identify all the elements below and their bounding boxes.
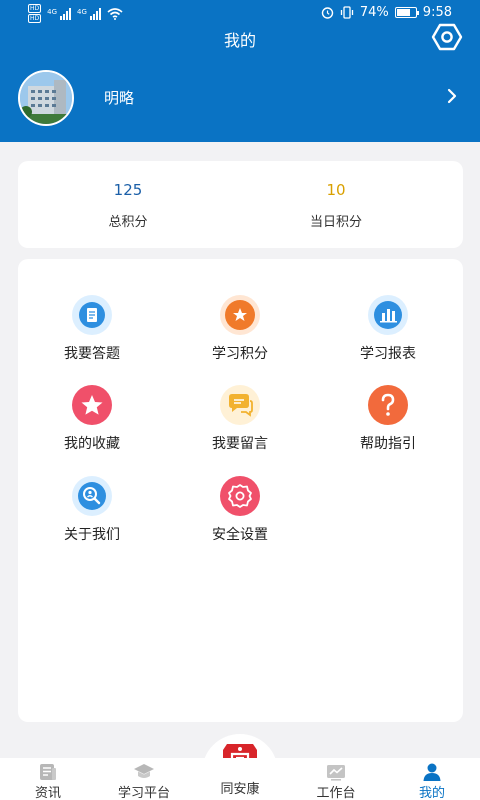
menu-label: 学习积分 (212, 346, 268, 362)
menu-label: 学习报表 (360, 346, 416, 362)
today-score-value: 10 (326, 181, 346, 199)
menu-item-points[interactable]: 学习积分 (180, 295, 300, 365)
tab-icon-spacer (229, 762, 251, 782)
favorite-star-icon (72, 385, 112, 425)
hd-badge: HD (28, 14, 42, 23)
bar-report-icon (368, 295, 408, 335)
tab-tonganakang[interactable]: 同安康 (192, 758, 288, 800)
vibrate-icon (340, 6, 354, 19)
battery-icon (394, 7, 419, 18)
total-score[interactable]: 125 总积分 (38, 181, 218, 230)
tab-mine[interactable]: 我的 (384, 758, 480, 800)
star-badge-icon (220, 295, 260, 335)
profile-header: HD HD 4G 4G 74% 9:58 我的 明略 (0, 0, 480, 142)
clock: 9:58 (422, 5, 452, 20)
network-type: 4G (47, 7, 58, 16)
hd-badges: HD HD (28, 4, 42, 23)
help-question-icon (368, 385, 408, 425)
settings-button[interactable] (430, 22, 464, 52)
alarm-icon (321, 7, 334, 19)
tab-bar: 资讯 学习平台 同安康 工作台 我的 (0, 758, 480, 800)
status-left: HD HD 4G 4G (28, 4, 123, 23)
tab-label: 同安康 (220, 782, 260, 797)
workbench-chart-icon (327, 765, 345, 781)
wifi-icon (107, 7, 123, 20)
tab-label: 资讯 (34, 786, 61, 800)
answer-sheet-icon (72, 295, 112, 335)
battery-percent: 74% (359, 5, 389, 20)
menu-label: 帮助指引 (360, 436, 416, 452)
page-title: 我的 (223, 31, 256, 50)
score-card: 125 总积分 10 当日积分 (18, 161, 463, 248)
total-score-label: 总积分 (108, 215, 148, 230)
about-magnifier-icon (72, 476, 112, 516)
tab-workbench[interactable]: 工作台 (288, 758, 384, 800)
profile-row[interactable]: 明略 (0, 68, 480, 126)
signal-icon: 4G (47, 7, 72, 20)
chevron-right-icon[interactable] (442, 86, 462, 106)
total-score-value: 125 (113, 181, 143, 199)
username: 明略 (104, 89, 135, 107)
signal-icon: 4G (77, 7, 101, 20)
building-photo-icon (20, 72, 72, 124)
security-gear-icon (220, 476, 260, 516)
today-score-label: 当日积分 (309, 215, 362, 230)
status-bar: HD HD 4G 4G 74% 9:58 (0, 0, 480, 26)
menu-label: 关于我们 (64, 527, 120, 543)
menu-item-favorites[interactable]: 我的收藏 (32, 385, 152, 455)
menu-item-answer[interactable]: 我要答题 (32, 295, 152, 365)
network-type: 4G (77, 7, 87, 16)
menu-item-about[interactable]: 关于我们 (32, 476, 152, 546)
menu-item-message[interactable]: 我要留言 (180, 385, 300, 455)
tab-label: 工作台 (316, 786, 356, 800)
menu-item-help[interactable]: 帮助指引 (328, 385, 448, 455)
hd-badge: HD (28, 4, 42, 13)
menu-label: 安全设置 (212, 527, 268, 543)
menu-item-report[interactable]: 学习报表 (328, 295, 448, 365)
menu-label: 我要答题 (64, 346, 120, 362)
tab-news[interactable]: 资讯 (0, 758, 96, 800)
menu-label: 我要留言 (212, 436, 268, 452)
news-icon (40, 764, 56, 780)
menu-grid: 我要答题 学习积分 学习报表 我的收藏 我要留言 帮助指引 关于我们 安全设置 (18, 259, 463, 722)
person-icon (423, 763, 441, 781)
avatar[interactable] (18, 70, 74, 126)
gear-icon (431, 23, 463, 51)
message-bubble-icon (220, 385, 260, 425)
tab-label: 学习平台 (117, 786, 170, 800)
menu-item-security[interactable]: 安全设置 (180, 476, 300, 546)
tab-learning-platform[interactable]: 学习平台 (96, 758, 192, 800)
graduation-cap-icon (134, 764, 154, 778)
status-right: 74% 9:58 (321, 5, 452, 20)
today-score[interactable]: 10 当日积分 (246, 181, 426, 230)
tab-label: 我的 (418, 786, 445, 800)
menu-label: 我的收藏 (64, 436, 120, 452)
